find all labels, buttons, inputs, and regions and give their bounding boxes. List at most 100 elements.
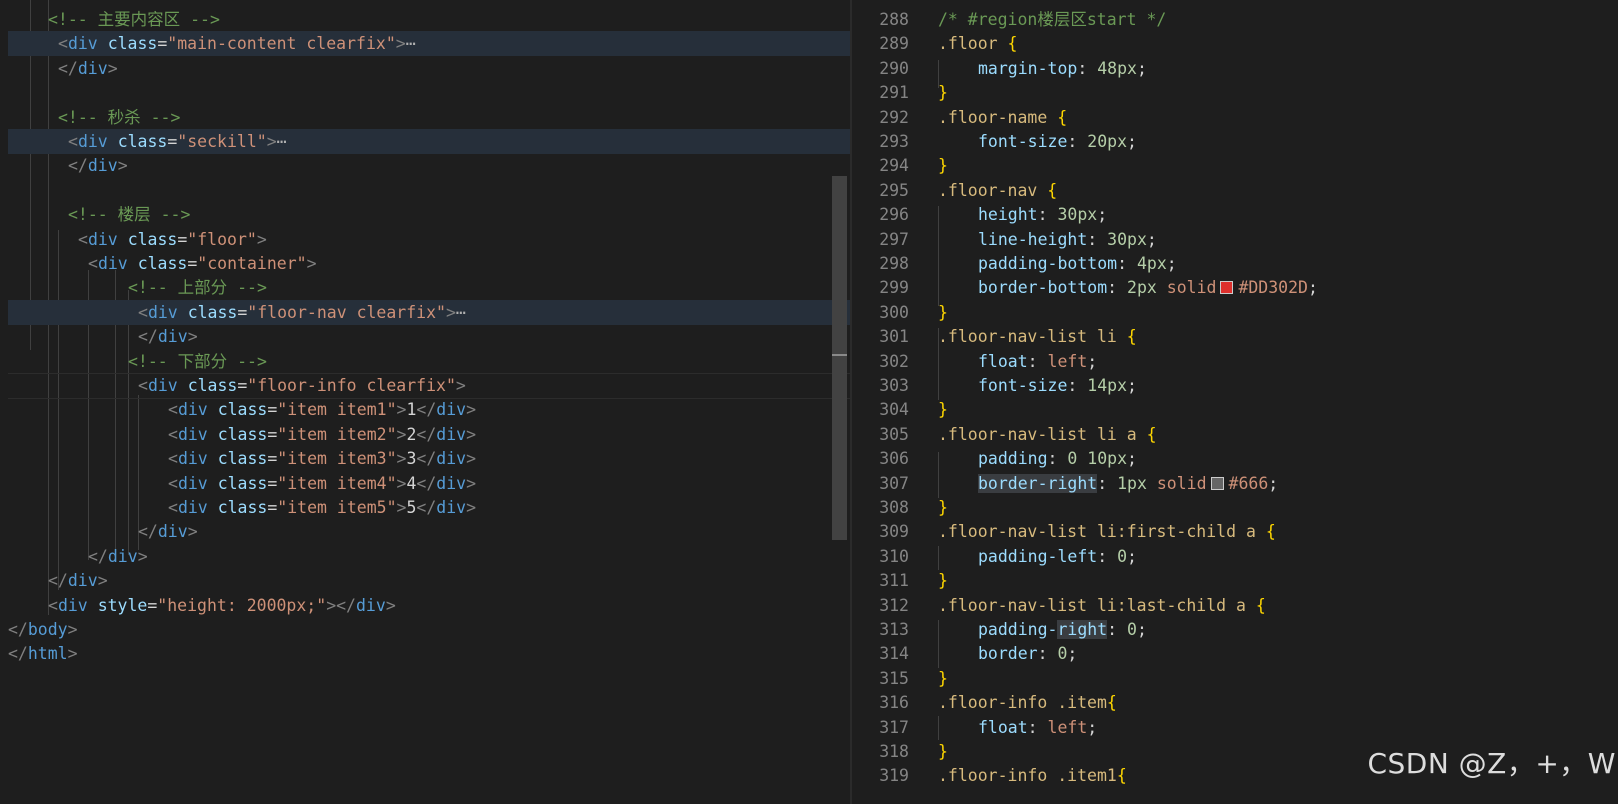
code-line[interactable]: 290 margin-top: 48px;	[852, 56, 1618, 81]
code-line[interactable]: 291}	[852, 80, 1618, 105]
code-token: :	[1027, 717, 1048, 737]
code-line[interactable]: 298 padding-bottom: 4px;	[852, 251, 1618, 276]
code-token: }	[938, 498, 948, 517]
code-token: font-size	[978, 376, 1068, 395]
code-line[interactable]: 317 float: left;	[852, 715, 1618, 740]
code-line[interactable]	[8, 178, 850, 203]
code-token: {	[1116, 327, 1137, 347]
code-line[interactable]: <!-- 上部分 -->	[8, 275, 850, 300]
code-line[interactable]: <!-- 秒杀 -->	[8, 105, 850, 130]
code-token: <	[138, 376, 148, 395]
code-line[interactable]: 300}	[852, 300, 1618, 325]
code-line[interactable]: <div class="floor">	[8, 227, 850, 252]
code-line[interactable]: 293 font-size: 20px;	[852, 129, 1618, 154]
code-line[interactable]: <div style="height: 2000px;"></div>	[8, 593, 850, 618]
code-line[interactable]	[8, 80, 850, 105]
folded-code-line[interactable]: <div class="main-content clearfix">⋯	[8, 31, 850, 57]
code-line[interactable]: 308}	[852, 495, 1618, 520]
code-line[interactable]: 304}	[852, 397, 1618, 422]
code-line[interactable]: <div class="container">	[8, 251, 850, 276]
code-line[interactable]: <!-- 下部分 -->	[8, 349, 850, 374]
code-token: class	[117, 132, 168, 151]
code-token: .floor-info .item1	[938, 766, 1117, 786]
code-token: >	[396, 473, 407, 493]
line-number: 303	[879, 376, 909, 395]
code-line[interactable]: 294}	[852, 153, 1618, 178]
line-number: 317	[879, 717, 909, 737]
code-line[interactable]: 302 float: left;	[852, 349, 1618, 374]
code-line[interactable]: <div class="floor-info clearfix">	[8, 373, 850, 398]
html-editor-pane[interactable]: <!-- 主要内容区 --> <div class="main-content c…	[0, 0, 850, 804]
code-token: class	[127, 229, 178, 249]
code-token: float	[978, 717, 1028, 737]
code-line[interactable]: 297 line-height: 30px;	[852, 227, 1618, 252]
color-swatch-icon[interactable]	[1220, 281, 1234, 295]
code-line[interactable]: 303 font-size: 14px;	[852, 373, 1618, 398]
color-swatch-icon[interactable]	[1210, 476, 1224, 490]
folded-code-line[interactable]: <div class="seckill">⋯	[8, 129, 850, 154]
code-line[interactable]: <div class="item item3">3</div>	[8, 446, 850, 471]
code-token: <	[138, 302, 148, 322]
code-token: ;	[1136, 620, 1147, 639]
code-token: "seckill"	[177, 132, 267, 151]
code-token: div	[87, 156, 118, 176]
code-line[interactable]: <!-- 楼层 -->	[8, 202, 850, 227]
code-line[interactable]: </div>	[8, 56, 850, 81]
code-line[interactable]: 289 .floor {	[852, 31, 1618, 56]
line-number: 312	[879, 595, 909, 615]
code-token: "height: 2000px;"	[157, 595, 327, 615]
code-line[interactable]: 305 .floor-nav-list li a {	[852, 422, 1618, 447]
code-token: >	[97, 571, 108, 591]
code-line[interactable]: 307 border-right: 1px solid #666;	[852, 471, 1618, 496]
code-line[interactable]: 292 .floor-name {	[852, 105, 1618, 130]
code-token: =	[267, 498, 278, 517]
code-token: =	[267, 449, 278, 469]
code-token: >	[187, 327, 198, 347]
code-line[interactable]: </body>	[8, 617, 850, 642]
code-token: </	[138, 327, 158, 347]
code-line[interactable]: </div>	[8, 153, 850, 178]
code-token: .floor-nav-list li	[938, 327, 1117, 347]
code-line[interactable]: 314 border: 0;	[852, 641, 1618, 666]
code-line[interactable]: <div class="item item1">1</div>	[8, 397, 850, 422]
code-line[interactable]: 299 border-bottom: 2px solid #DD302D;	[852, 275, 1618, 300]
code-token: {	[997, 34, 1018, 54]
code-line[interactable]: </html>	[8, 641, 850, 666]
code-line[interactable]: </div>	[8, 544, 850, 569]
code-token: 48px	[1097, 58, 1137, 78]
css-editor-pane[interactable]: 288 /* #region楼层区start */ 289 .floor {290 ma…	[852, 0, 1618, 804]
code-line[interactable]: </div>	[8, 519, 850, 544]
code-line[interactable]: 296 height: 30px;	[852, 202, 1618, 227]
line-number: 318	[879, 742, 909, 761]
code-line[interactable]: </div>	[8, 324, 850, 349]
code-line[interactable]: 310 padding-left: 0;	[852, 544, 1618, 569]
code-token: "container"	[197, 254, 307, 273]
code-line[interactable]: 288 /* #region楼层区start */	[852, 7, 1618, 32]
code-line[interactable]: 316 .floor-info .item{	[852, 690, 1618, 715]
code-line[interactable]: 301 .floor-nav-list li {	[852, 324, 1618, 349]
code-token: class	[107, 34, 158, 54]
code-line[interactable]: 309 .floor-nav-list li:first-child a {	[852, 519, 1618, 544]
code-token: :	[1097, 473, 1118, 493]
code-line[interactable]: 312 .floor-nav-list li:last-child a {	[852, 593, 1618, 618]
code-line[interactable]: <div class="item item4">4</div>	[8, 471, 850, 496]
code-token: }	[938, 742, 948, 761]
code-line[interactable]: 306 padding: 0 10px;	[852, 446, 1618, 471]
code-token: div	[67, 34, 98, 54]
code-token: >	[396, 400, 407, 420]
code-token: "item item2"	[277, 424, 397, 444]
line-number: 301	[879, 327, 909, 347]
code-line[interactable]: 313 padding-right: 0;	[852, 617, 1618, 642]
code-line[interactable]: <!-- 主要内容区 -->	[8, 7, 850, 32]
code-line[interactable]: 315}	[852, 666, 1618, 691]
code-line[interactable]: <div class="item item5">5</div>	[8, 495, 850, 520]
code-line[interactable]: 295 .floor-nav {	[852, 178, 1618, 203]
code-line[interactable]: 311}	[852, 568, 1618, 593]
code-token: div	[177, 498, 208, 517]
code-line[interactable]: <div class="item item2">2</div>	[8, 422, 850, 447]
vertical-scrollbar[interactable]	[832, 176, 847, 540]
code-token: 4px	[1136, 254, 1167, 273]
code-line[interactable]: </div>	[8, 568, 850, 593]
folded-code-line[interactable]: <div class="floor-nav clearfix">⋯	[8, 299, 850, 325]
